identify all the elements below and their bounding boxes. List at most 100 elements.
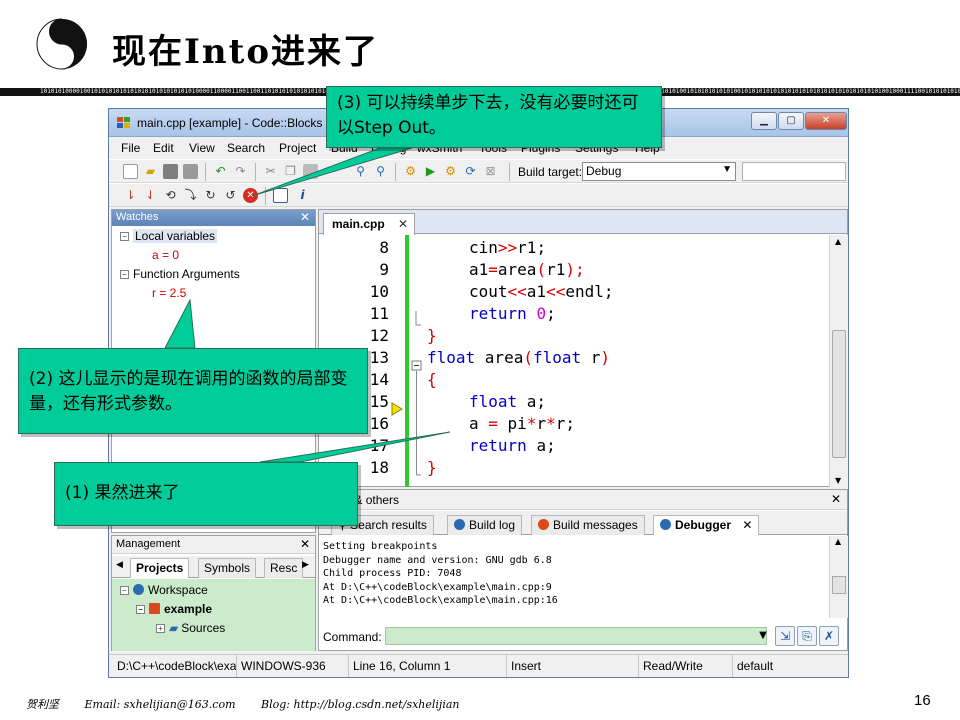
tab-projects[interactable]: Projects (130, 558, 190, 578)
build-gear-icon[interactable]: ⚙ (403, 164, 418, 179)
scroll-thumb[interactable] (832, 330, 846, 458)
code-token: } (427, 458, 437, 477)
debug-step-into-icon[interactable]: ↻ (203, 188, 218, 203)
code-token: ; (546, 304, 556, 323)
menu-file[interactable]: File (121, 141, 140, 155)
clear-icon[interactable]: ✗ (819, 626, 839, 646)
close-icon[interactable]: ✕ (300, 537, 310, 551)
scroll-up-icon[interactable]: ▲ (835, 537, 841, 546)
code-line[interactable]: 10 cout<<a1<<endl; (319, 282, 829, 304)
tab-build-log[interactable]: Build log (447, 515, 523, 535)
chevron-left-icon[interactable]: ◀ (116, 560, 123, 570)
abort-icon[interactable]: ⊠ (483, 164, 498, 179)
tab-label: Build log (469, 518, 516, 532)
tree-project[interactable]: − example (136, 602, 212, 616)
tab-symbols[interactable]: Symbols (198, 558, 257, 578)
tab-build-messages[interactable]: Build messages (531, 515, 645, 535)
log-scrollbar[interactable]: ▲ (829, 536, 848, 618)
menu-view[interactable]: View (189, 141, 215, 155)
save-all-icon[interactable] (183, 164, 198, 179)
code-area[interactable]: 8 cin>>r1; 9 a1=area(r1); 10 cout<<a1<<endl; 1… (319, 235, 829, 487)
open-folder-icon[interactable]: ▰ (143, 164, 158, 179)
tab-resources[interactable]: Resc (264, 558, 304, 578)
build-target-select[interactable]: Debug ▼ (582, 162, 736, 181)
close-icon[interactable]: ✕ (742, 518, 752, 532)
expand-icon[interactable]: + (156, 624, 165, 633)
debug-windows-icon[interactable] (273, 188, 288, 203)
code-line[interactable]: 18} (319, 458, 829, 480)
collapse-icon[interactable]: − (120, 270, 129, 279)
code-line[interactable]: 13 float area(float r) (319, 348, 829, 370)
build-target-label: Build target: (518, 165, 583, 179)
run-icon[interactable]: ▶ (423, 164, 438, 179)
build-and-run-icon[interactable]: ⚙ (443, 164, 458, 179)
editor-scrollbar[interactable]: ▲ ▼ (829, 235, 848, 487)
copy-icon[interactable]: ❐ (283, 164, 298, 179)
chevron-right-icon[interactable]: ▶ (302, 560, 309, 570)
new-file-icon[interactable] (123, 164, 138, 179)
load-script-icon[interactable]: ⎘ (797, 626, 817, 646)
tree-local-variables[interactable]: − Local variables (120, 229, 218, 243)
send-command-icon[interactable]: ⇲ (775, 626, 795, 646)
watch-function-arg[interactable]: r = 2.5 (152, 286, 186, 300)
scroll-up-icon[interactable]: ▲ (835, 237, 841, 246)
debug-step-out-icon[interactable]: ↺ (223, 188, 238, 203)
code-line[interactable]: 11 return 0; (319, 304, 829, 326)
maximize-button[interactable]: ▢ (778, 112, 804, 130)
tree-sources[interactable]: + ▰ Sources (156, 621, 225, 635)
debug-info-icon[interactable]: i (295, 188, 310, 203)
find-icon[interactable]: ⚲ (353, 164, 368, 179)
codeblocks-app-icon (117, 117, 130, 128)
tab-debugger[interactable]: Debugger ✕ (653, 515, 760, 535)
status-language: default (737, 659, 774, 673)
code-line[interactable]: 17 return a; (319, 436, 829, 458)
scroll-down-icon[interactable]: ▼ (835, 476, 841, 485)
code-line[interactable]: 12} (319, 326, 829, 348)
code-line[interactable]: 14{ (319, 370, 829, 392)
close-button[interactable]: ✕ (805, 112, 847, 130)
scroll-thumb[interactable] (832, 576, 846, 594)
watch-local-var[interactable]: a = 0 (152, 248, 179, 262)
save-icon[interactable] (163, 164, 178, 179)
debug-next-instruction-icon[interactable]: ⤵ (183, 188, 198, 203)
code-token: a; (526, 392, 547, 411)
close-icon[interactable]: ✕ (300, 210, 310, 224)
debug-stop-icon[interactable]: ✕ (243, 188, 258, 203)
watches-title: Watches (116, 211, 159, 223)
debug-next-line-icon[interactable]: ⟲ (163, 188, 178, 203)
callout-locals: (2) 这儿显示的是现在调用的函数的局部变量，还有形式参数。 (18, 348, 368, 434)
menu-edit[interactable]: Edit (153, 141, 174, 155)
tree-workspace[interactable]: − Workspace (120, 583, 208, 597)
debug-run-to-cursor-icon[interactable]: ⇂ (123, 188, 138, 203)
tree-function-arguments[interactable]: − Function Arguments (120, 267, 240, 281)
collapse-icon[interactable]: − (136, 605, 145, 614)
code-line[interactable]: 9 a1=area(r1); (319, 260, 829, 282)
code-line[interactable]: 16 a = pi*r*r; (319, 414, 829, 436)
main-toolbar: ▰ ↶ ↷ ✂ ❐ ⚲ ⚲ ⚙ ▶ ⚙ ⟳ ⊠ Build target: De… (109, 159, 848, 183)
code-token: a (469, 414, 489, 433)
collapse-icon[interactable]: − (120, 232, 129, 241)
rebuild-icon[interactable]: ⟳ (463, 164, 478, 179)
chevron-down-icon[interactable]: ▼ (757, 627, 769, 645)
close-icon[interactable]: ✕ (398, 217, 408, 231)
menu-project[interactable]: Project (279, 141, 316, 155)
redo-icon[interactable]: ↷ (233, 164, 248, 179)
code-token: float (532, 348, 591, 367)
cut-icon[interactable]: ✂ (263, 164, 278, 179)
command-input[interactable] (385, 627, 767, 645)
replace-icon[interactable]: ⚲ (373, 164, 388, 179)
minimize-button[interactable]: ▁ (751, 112, 777, 130)
code-text: cin>>r1; (469, 238, 546, 257)
paste-icon[interactable] (303, 164, 318, 179)
debugger-icon (660, 519, 671, 530)
debug-continue-icon[interactable]: ⇃ (143, 188, 158, 203)
menu-search[interactable]: Search (227, 141, 265, 155)
undo-icon[interactable]: ↶ (213, 164, 228, 179)
tab-main-cpp[interactable]: main.cpp ✕ (323, 213, 415, 235)
code-text: a = pi*r*r; (469, 414, 575, 433)
code-line[interactable]: 8 cin>>r1; (319, 238, 829, 260)
collapse-icon[interactable]: − (120, 586, 129, 595)
slide-footer: 贺利坚 Email: sxhelijian@163.com Blog: http… (26, 696, 482, 712)
close-icon[interactable]: ✕ (831, 492, 841, 506)
toolbar-search-box[interactable] (742, 162, 846, 181)
